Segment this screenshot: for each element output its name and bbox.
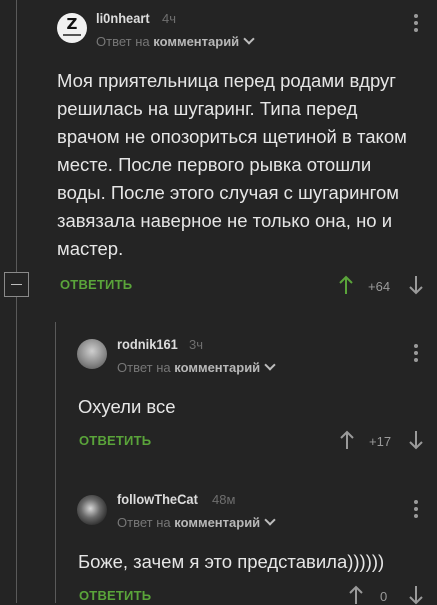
reply-to-link[interactable]: Ответ на комментарий [96, 33, 255, 49]
avatar[interactable] [77, 495, 107, 525]
chevron-down-icon [264, 514, 276, 526]
more-options-icon[interactable] [414, 344, 418, 365]
collapse-thread-button[interactable] [4, 272, 29, 297]
comment-text: Боже, зачем я это представила)))))) [78, 551, 385, 572]
score: +64 [368, 279, 391, 294]
reply-target: комментарий [174, 360, 261, 375]
timestamp: 48м [212, 492, 236, 507]
downvote-arrow-icon[interactable] [409, 275, 423, 295]
avatar-caption [63, 34, 81, 36]
upvote-arrow-icon[interactable] [349, 585, 363, 605]
timestamp: 4ч [162, 11, 177, 26]
username[interactable]: rodnik161 [117, 336, 178, 352]
upvote-arrow-icon[interactable] [339, 275, 353, 295]
more-options-icon[interactable] [414, 14, 418, 35]
score: +17 [369, 434, 392, 449]
username[interactable]: li0nheart [96, 10, 150, 26]
reply-target: комментарий [153, 34, 240, 49]
username[interactable]: followTheCat [117, 491, 198, 507]
reply-button[interactable]: ОТВЕТИТЬ [79, 588, 151, 603]
downvote-arrow-icon[interactable] [409, 585, 423, 605]
reply-prefix: Ответ на [117, 360, 171, 375]
comment-text: Моя приятельница перед родами вдруг реши… [57, 70, 407, 259]
reply-button[interactable]: ОТВЕТИТЬ [79, 433, 151, 448]
avatar-letter: Z [66, 15, 78, 33]
score: 0 [380, 589, 388, 604]
upvote-arrow-icon[interactable] [340, 430, 354, 450]
timestamp: 3ч [189, 337, 204, 352]
more-options-icon[interactable] [414, 500, 418, 521]
comment-text: Охуели все [78, 396, 176, 417]
avatar[interactable]: Z [57, 13, 87, 43]
thread-line-nested [55, 322, 56, 603]
reply-prefix: Ответ на [117, 515, 171, 530]
reply-button[interactable]: ОТВЕТИТЬ [60, 277, 132, 292]
downvote-arrow-icon[interactable] [409, 430, 423, 450]
reply-to-link[interactable]: Ответ на комментарий [117, 359, 276, 375]
chevron-down-icon [264, 359, 276, 371]
reply-prefix: Ответ на [96, 34, 150, 49]
thread-line-root [16, 0, 17, 272]
avatar[interactable] [77, 339, 107, 369]
reply-to-link[interactable]: Ответ на комментарий [117, 514, 276, 530]
thread-line-root-lower [16, 297, 17, 603]
reply-target: комментарий [174, 515, 261, 530]
chevron-down-icon [243, 33, 255, 45]
